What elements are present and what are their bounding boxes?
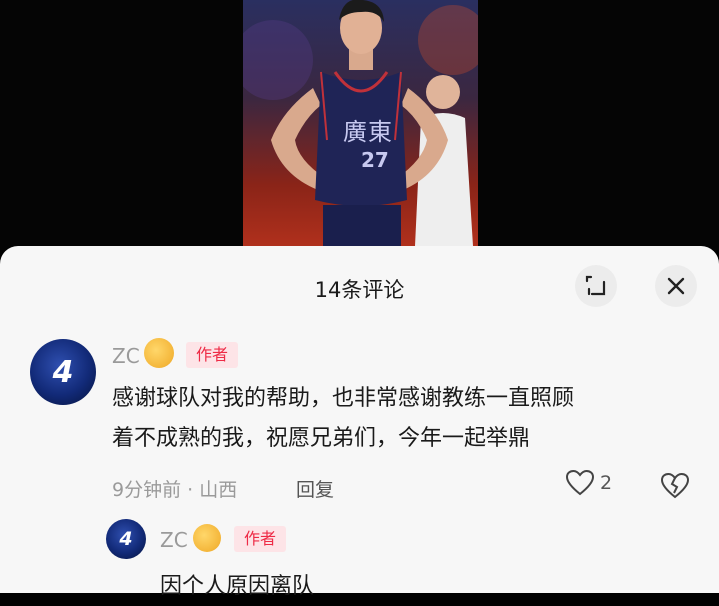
close-button[interactable] <box>655 265 697 307</box>
broken-heart-icon <box>660 472 690 499</box>
reply-text: 因个人原因离队 <box>160 574 315 599</box>
video-area[interactable]: 廣東 27 <box>0 0 719 250</box>
comment-meta: 9分钟前 · 山西 <box>112 475 237 502</box>
comment-time: 9分钟前 <box>112 479 182 501</box>
reply-avatar[interactable]: 4 <box>106 519 146 559</box>
author-badge: 作者 <box>186 342 238 368</box>
comment-text-line-1: 感谢球队对我的帮助，也非常感谢教练一直照顾 <box>112 386 575 411</box>
jersey-number: 27 <box>361 148 389 172</box>
comment-text-line-2: 着不成熟的我，祝愿兄弟们，今年一起举鼎 <box>112 426 531 451</box>
like-button[interactable]: 2 <box>566 470 612 496</box>
comment-location: 山西 <box>199 479 238 501</box>
reply-username[interactable]: ZC <box>160 528 188 552</box>
expand-icon <box>585 275 606 296</box>
dislike-button[interactable] <box>660 472 690 503</box>
heart-icon <box>566 470 594 496</box>
jersey-text: 廣東 <box>343 118 393 146</box>
like-count: 2 <box>600 472 613 494</box>
comments-sheet: 14条评论 4 ZC 作者 感谢球队对我的帮助，也非常感谢教练一直照顾 着不成熟… <box>0 246 719 599</box>
comment-username[interactable]: ZC <box>112 344 140 368</box>
expand-button[interactable] <box>575 265 617 307</box>
author-badge: 作者 <box>234 526 286 552</box>
party-emoji-icon <box>193 524 221 552</box>
party-emoji-icon <box>144 338 174 368</box>
avatar-glyph: 4 <box>52 354 74 390</box>
avatar-glyph: 4 <box>119 528 133 550</box>
meta-separator: · <box>187 479 200 501</box>
avatar[interactable]: 4 <box>30 339 96 405</box>
reply-button[interactable]: 回复 <box>296 475 334 502</box>
close-icon <box>667 277 685 295</box>
player-photo: 廣東 27 <box>243 0 478 246</box>
